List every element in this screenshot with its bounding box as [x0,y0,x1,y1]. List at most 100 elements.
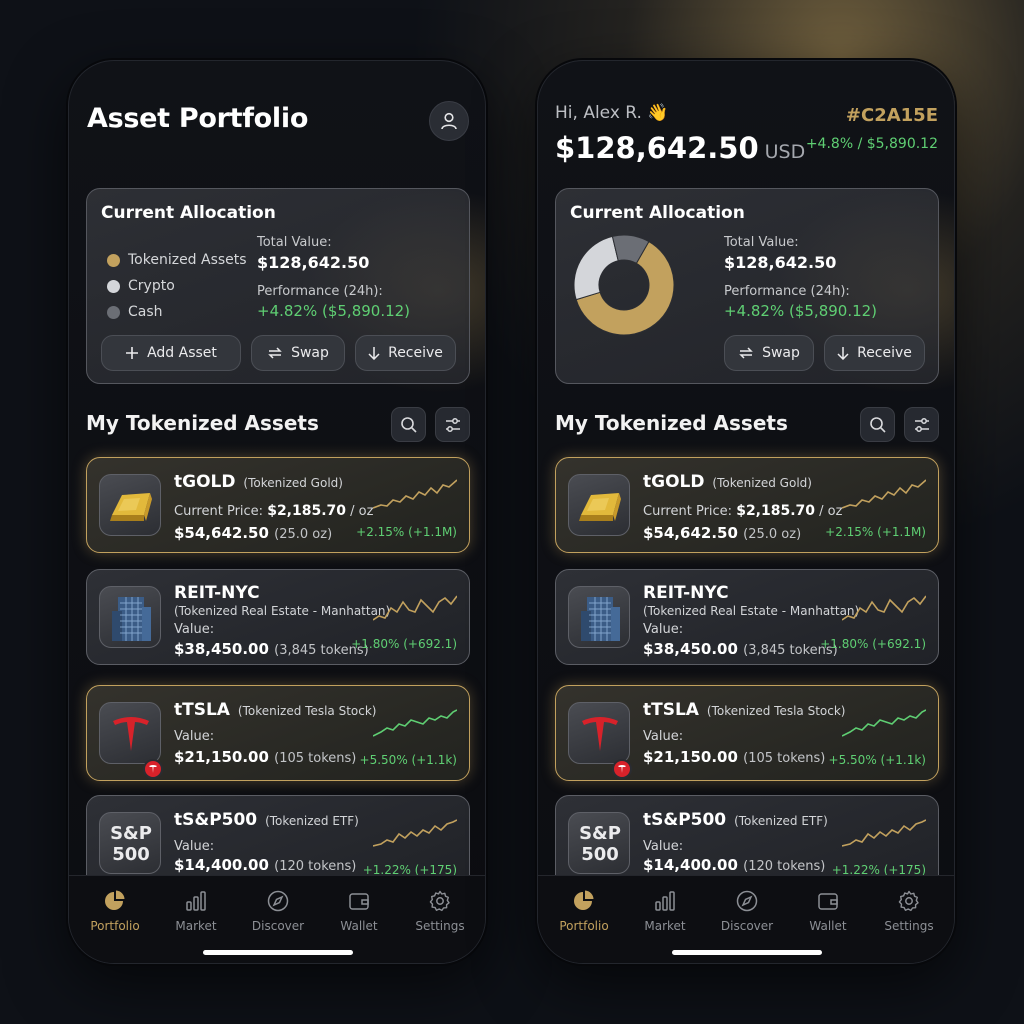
performance-value: +4.82% ($5,890.12) [257,302,411,320]
home-indicator [672,950,822,955]
user-icon [441,112,457,130]
asset-card-reit-nyc[interactable]: REIT-NYC (Tokenized Real Estate - Manhat… [86,569,470,665]
tab-portfolio[interactable]: Portfolio [549,888,619,933]
asset-change: +2.15% (+1.1M) [356,525,457,539]
tab-portfolio[interactable]: Portfolio [80,888,150,933]
swap-icon [268,347,282,359]
bar-chart-icon [655,891,675,911]
swap-button[interactable]: Swap [724,335,814,371]
filter-button[interactable] [435,407,470,442]
sparkline-chart [373,595,457,621]
pie-chart-icon [105,890,125,910]
gold-bar-icon [99,474,161,536]
allocation-stats: Total Value: $128,642.50 Performance (24… [724,235,877,320]
tesla-badge-icon [143,759,163,779]
asset-card-reit-nyc[interactable]: REIT-NYC (Tokenized Real Estate - Manhat… [555,569,939,665]
asset-subtitle: (Tokenized Real Estate - Manhattan) [643,604,860,618]
gear-icon [429,890,450,912]
sparkline-chart [373,819,457,847]
search-button[interactable] [860,407,895,442]
add-asset-button[interactable]: Add Asset [101,335,241,371]
pie-chart-icon [574,890,594,910]
filter-button[interactable] [904,407,939,442]
asset-name: tGOLD [643,472,705,492]
swap-button[interactable]: Swap [251,335,345,371]
tesla-logo-icon [568,702,632,779]
asset-subtitle: (Tokenized ETF) [734,814,828,828]
sp500-icon: S&P 500 [568,812,630,874]
arrow-down-icon [837,347,849,360]
phone-greeting-view: Hi, Alex R. 👋 $128,642.50 USD #C2A15E +4.… [537,60,955,964]
asset-quantity: (25.0 oz) [743,527,802,542]
legend-dot-gray [107,305,120,319]
section-title: My Tokenized Assets [555,411,788,435]
asset-name: REIT-NYC [643,583,729,603]
asset-subtitle: (Tokenized ETF) [265,814,359,828]
home-indicator [203,950,353,955]
wallet-icon [818,893,838,910]
profile-button[interactable] [429,101,469,141]
asset-value: $14,400.00 [174,856,269,874]
total-value: $128,642.50 [257,253,370,272]
asset-value: $54,642.50 [643,524,738,542]
legend-dot-light [107,279,120,293]
total-value-label: Total Value: [257,235,332,250]
tesla-logo-icon [99,702,163,779]
allocation-title: Current Allocation [570,203,745,223]
tab-discover[interactable]: Discover [243,888,313,933]
asset-card-tgold[interactable]: tGOLD (Tokenized Gold) Current Price: $2… [555,457,939,553]
asset-change: +1.80% (+692.1) [351,637,457,651]
asset-card-ttsla[interactable]: tTSLA (Tokenized Tesla Stock) Value: $21… [86,685,470,781]
allocation-donut-chart [573,234,675,336]
page-title: Asset Portfolio [87,103,309,134]
asset-value: $54,642.50 [174,524,269,542]
value-label: Value: [174,839,215,854]
asset-name: tTSLA [643,700,699,720]
donut-slice-crypto [573,235,619,301]
tab-settings[interactable]: Settings [405,888,475,933]
bar-chart-icon [186,891,206,911]
asset-card-tgold[interactable]: tGOLD (Tokenized Gold) Current Price: $2… [86,457,470,553]
asset-name: tS&P500 [643,810,727,830]
asset-subtitle: (Tokenized Gold) [243,476,343,490]
receive-button[interactable]: Receive [824,335,925,371]
tab-discover[interactable]: Discover [712,888,782,933]
sparkline-chart [842,595,926,621]
total-value: $128,642.50 [724,253,837,272]
sparkline-chart [842,709,926,737]
tab-market[interactable]: Market [630,888,700,933]
tab-settings[interactable]: Settings [874,888,944,933]
asset-subtitle: (Tokenized Real Estate - Manhattan) [174,604,391,618]
asset-card-ttsla[interactable]: tTSLA (Tokenized Tesla Stock) Value: $21… [555,685,939,781]
wallet-icon [349,893,369,910]
sp500-icon: S&P 500 [99,812,161,874]
asset-value: $38,450.00 [643,640,738,658]
asset-value: $21,150.00 [174,748,269,766]
performance-label: Performance (24h): [724,284,850,299]
balance-change: +4.8% / $5,890.12 [805,136,938,152]
tab-wallet[interactable]: Wallet [324,888,394,933]
tab-wallet[interactable]: Wallet [793,888,863,933]
sparkline-chart [373,709,457,737]
asset-quantity: (120 tokens) [743,859,826,874]
allocation-stats: Total Value: $128,642.50 Performance (24… [257,235,410,320]
asset-change: +5.50% (+1.1k) [828,753,926,767]
performance-label: Performance (24h): [257,284,383,299]
sliders-icon [914,417,929,432]
tab-market[interactable]: Market [161,888,231,933]
asset-value: $21,150.00 [643,748,738,766]
balance-unit: USD [764,141,806,163]
arrow-down-icon [368,347,380,360]
asset-subtitle: (Tokenized Tesla Stock) [706,704,846,718]
asset-change: +2.15% (+1.1M) [825,525,926,539]
asset-quantity: (105 tokens) [743,751,826,766]
asset-name: tTSLA [174,700,230,720]
search-button[interactable] [391,407,426,442]
asset-subtitle: (Tokenized Gold) [712,476,812,490]
sparkline-chart [842,819,926,847]
asset-value: $14,400.00 [643,856,738,874]
receive-button[interactable]: Receive [355,335,456,371]
value-label: Value: [643,729,684,744]
building-icon [99,586,161,648]
sparkline-chart [842,479,926,509]
